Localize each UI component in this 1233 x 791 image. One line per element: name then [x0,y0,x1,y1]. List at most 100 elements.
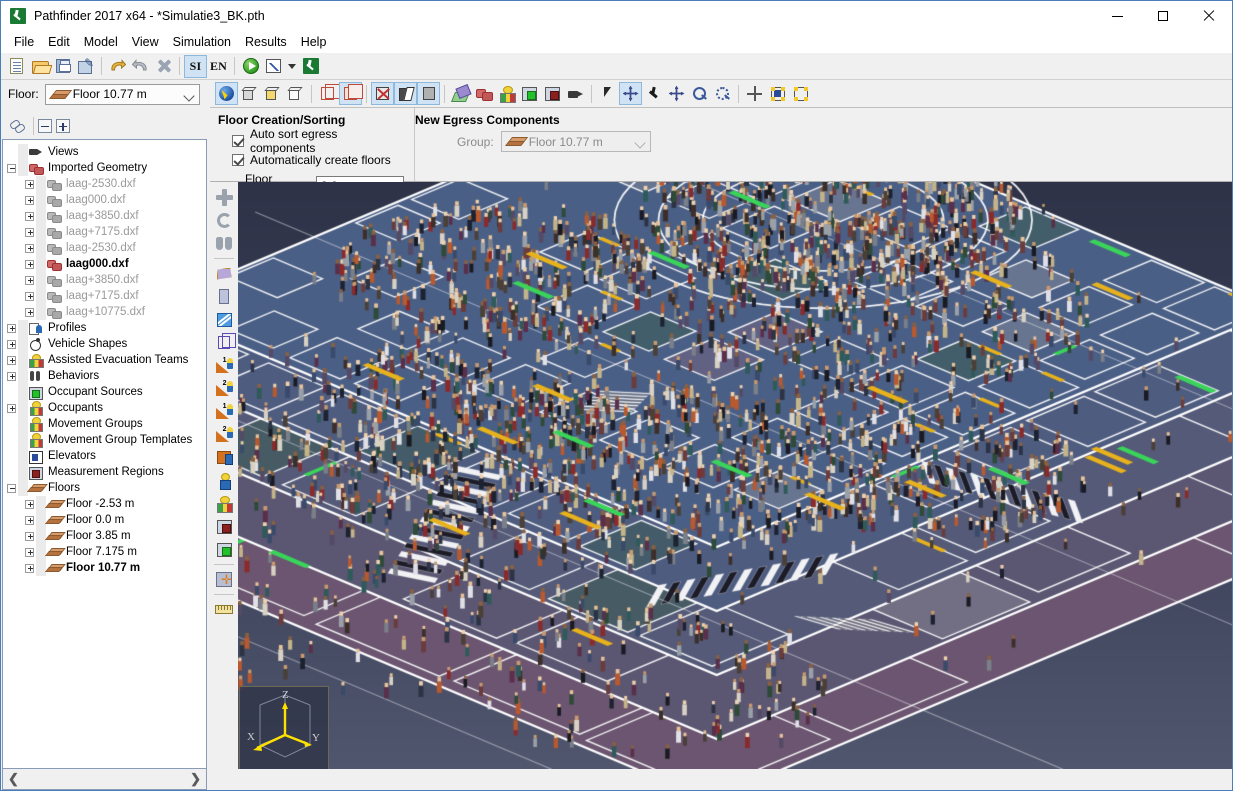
add-elevator-button[interactable] [212,568,236,591]
undo-button[interactable] [106,55,129,78]
save-button[interactable] [51,55,74,78]
tree-item-floor-2-53-m[interactable]: Floor -2.53 m [3,496,206,512]
auto-create-floors-row[interactable]: Automatically create floors [232,150,404,169]
draw-door-button[interactable] [212,285,236,308]
tree-item-occupants[interactable]: Occupants [3,400,206,416]
expand-icon[interactable] [7,323,16,333]
mirror-tool-button[interactable] [212,232,236,255]
source-visibility-button[interactable] [518,82,541,105]
orbit-button[interactable] [619,82,642,105]
expand-icon[interactable] [7,403,16,413]
expand-icon[interactable] [25,227,34,237]
tree-item-vehicle-shapes[interactable]: Vehicle Shapes [3,336,206,352]
occupants-visibility-button[interactable] [495,82,518,105]
expand-icon[interactable] [25,243,34,253]
expand-icon[interactable] [25,547,34,557]
tree-item-floor-3-85-m[interactable]: Floor 3.85 m [3,528,206,544]
tree-item-views[interactable]: Views [3,144,206,160]
model-tree-panel[interactable]: Views Imported Geometry laag-2530.dxf laag0… [2,139,207,769]
solid-gray-button[interactable] [417,82,440,105]
draw-exit-button[interactable] [212,446,236,469]
scroll-left-icon[interactable]: ❮ [8,771,19,787]
tree-item-assisted-evacuation-teams[interactable]: Assisted Evacuation Teams [3,352,206,368]
menu-view[interactable]: View [125,33,166,51]
tree-item-imported-geometry[interactable]: Imported Geometry [3,160,206,176]
auto-sort-checkbox[interactable] [232,134,244,147]
expand-icon[interactable] [7,339,16,349]
auto-sort-row[interactable]: Auto sort egress components [232,127,404,155]
maximize-button[interactable] [1140,1,1186,31]
expand-icon[interactable] [25,531,34,541]
tree-item-movement-groups[interactable]: Movement Groups [3,416,206,432]
egress-group-select[interactable]: Floor 10.77 m [500,131,651,152]
add-measurement-region-button[interactable] [212,515,236,538]
expand-icon[interactable] [25,195,34,205]
wireframe-solid-button[interactable] [339,82,363,105]
3d-viewport[interactable]: Z Y X [238,182,1232,790]
expand-icon[interactable] [7,371,16,381]
expand-icon[interactable] [25,275,34,285]
open-button[interactable] [28,55,51,78]
pan-button[interactable] [665,82,688,105]
zoom-button[interactable] [688,82,711,105]
zoom-selection-button[interactable] [789,82,812,105]
tree-item-movement-group-templates[interactable]: Movement Group Templates [3,432,206,448]
wireframe-button[interactable] [316,82,340,105]
navigation-mesh-button[interactable] [449,82,472,105]
collapse-all-button[interactable] [38,118,52,133]
expand-icon[interactable] [25,211,34,221]
minimize-button[interactable] [1094,1,1140,31]
collapse-icon[interactable] [7,483,16,493]
english-units-button[interactable]: EN [207,55,230,78]
close-button[interactable] [1186,1,1232,31]
view-white-button[interactable] [284,82,307,105]
add-occupant-group-button[interactable] [212,492,236,515]
floor-select[interactable]: Floor 10.77 m [44,83,200,105]
tree-item-elevators[interactable]: Elevators [3,448,206,464]
tree-item-laag-3850-dxf[interactable]: laag+3850.dxf [3,208,206,224]
move-tool-button[interactable] [212,186,236,209]
tree-item-occupant-sources[interactable]: Occupant Sources [3,384,206,400]
tree-item-laag000-dxf[interactable]: laag000.dxf [3,256,206,272]
collapse-icon[interactable] [7,163,16,173]
measure-tool-button[interactable] [212,598,236,621]
expand-icon[interactable] [25,563,34,573]
two-tone-button[interactable] [394,82,417,105]
menu-help[interactable]: Help [294,33,334,51]
expand-icon[interactable] [25,291,34,301]
zoom-window-button[interactable] [711,82,734,105]
scroll-right-icon[interactable]: ❯ [190,771,201,787]
tree-item-laag-7175-dxf[interactable]: laag+7175.dxf [3,224,206,240]
menu-results[interactable]: Results [238,33,294,51]
delete-button[interactable] [152,55,175,78]
menu-edit[interactable]: Edit [41,33,77,51]
menu-simulation[interactable]: Simulation [166,33,238,51]
menu-file[interactable]: File [7,33,41,51]
reset-axes-button[interactable] [743,82,766,105]
measurement-region-visibility-button[interactable] [541,82,564,105]
expand-all-button[interactable] [56,118,70,133]
tree-item-laag-2530-dxf[interactable]: laag-2530.dxf [3,240,206,256]
hide-navmesh-button[interactable] [371,82,394,105]
add-occupant-button[interactable] [212,469,236,492]
tree-horizontal-scrollbar[interactable]: ❮ ❯ [2,769,207,790]
new-document-button[interactable] [5,55,28,78]
draw-ramp-box-button[interactable] [212,331,236,354]
si-units-button[interactable]: SI [184,54,207,78]
tree-item-laag-2530-dxf[interactable]: laag-2530.dxf [3,176,206,192]
tree-item-laag-7175-dxf[interactable]: laag+7175.dxf [3,288,206,304]
view-shaded-button[interactable] [238,82,261,105]
tree-item-floor-7-175-m[interactable]: Floor 7.175 m [3,544,206,560]
expand-icon[interactable] [25,307,34,317]
tree-item-profiles[interactable]: Profiles [3,320,206,336]
tree-item-measurement-regions[interactable]: Measurement Regions [3,464,206,480]
tree-item-floor-10-77-m[interactable]: Floor 10.77 m [3,560,206,576]
tree-item-behaviors[interactable]: Behaviors [3,368,206,384]
results-dropdown-button[interactable] [285,55,299,78]
camera-visibility-button[interactable] [564,82,587,105]
draw-ramp-down2-button[interactable]: 2 [212,423,236,446]
expand-icon[interactable] [25,179,34,189]
draw-stair-button[interactable] [212,308,236,331]
rotate-tool-button[interactable] [212,209,236,232]
auto-create-floors-checkbox[interactable] [232,153,244,166]
